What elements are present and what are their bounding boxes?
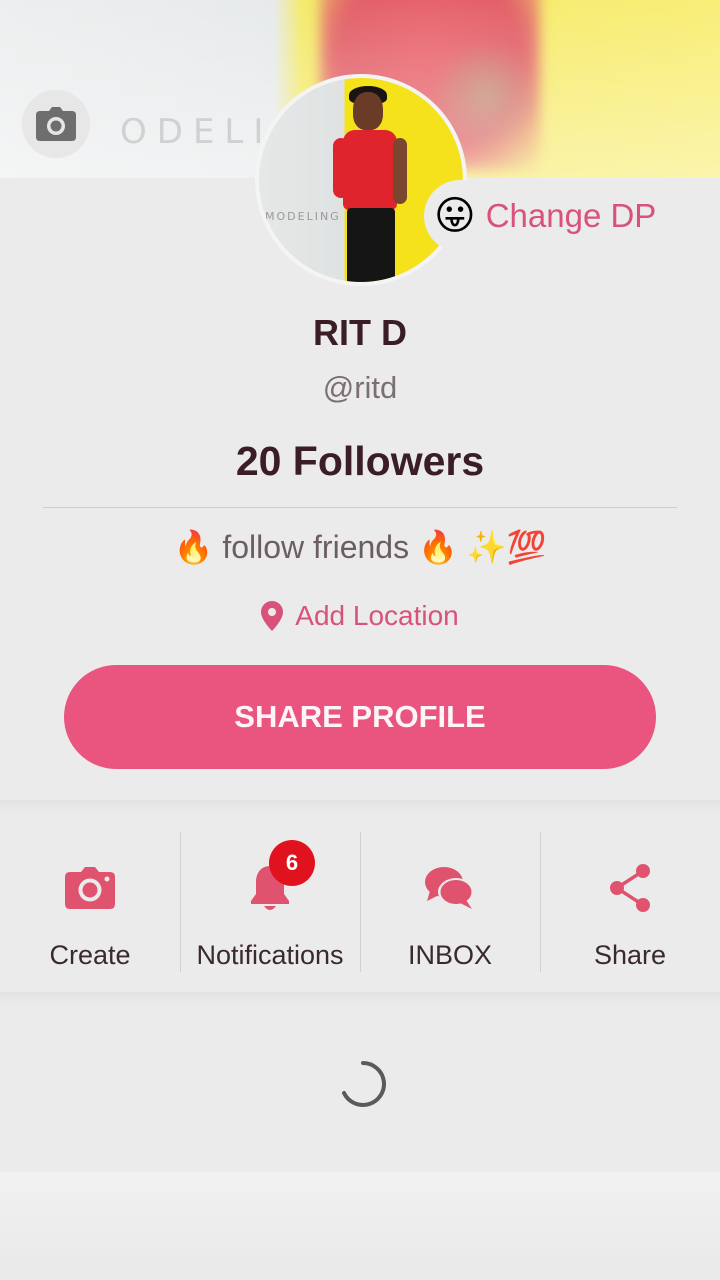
change-dp-label: Change DP [485, 197, 657, 234]
section-separator [0, 992, 720, 1006]
chat-bubbles-icon [425, 867, 474, 909]
profile-name: RIT D [313, 312, 407, 353]
followers-count[interactable]: 20 Followers [0, 438, 720, 485]
camera-icon [65, 867, 115, 909]
notifications-label: Notifications [196, 940, 344, 970]
section-separator [0, 800, 720, 814]
loading-spinner-icon [342, 1061, 386, 1107]
notifications-button[interactable]: 6 Notifications [180, 814, 360, 992]
share-profile-button[interactable]: SHARE PROFILE [64, 665, 656, 769]
add-location-link[interactable]: Add Location [0, 600, 720, 632]
profile-bio: 🔥 follow friends 🔥 ✨💯 [173, 529, 547, 565]
inbox-button[interactable]: INBOX [360, 814, 540, 992]
action-bar: Create 6 Notifications INBOX Share [0, 814, 720, 992]
share-icon [610, 864, 650, 912]
notification-count-badge: 6 [269, 840, 315, 886]
divider [43, 507, 677, 508]
share-label: Share [593, 940, 667, 970]
change-dp-button[interactable]: 😛 Change DP [424, 180, 720, 252]
create-button[interactable]: Create [0, 814, 180, 992]
tongue-emoji-icon: 😛 [434, 193, 476, 239]
camera-icon [36, 107, 76, 141]
location-pin-icon [261, 601, 284, 631]
avatar-watermark: MODELING [265, 210, 341, 223]
bottom-background [0, 1172, 720, 1280]
profile-handle: @ritd [322, 370, 398, 405]
add-location-label: Add Location [295, 600, 459, 631]
feed-loading-area [0, 1006, 720, 1172]
create-label: Create [49, 940, 131, 970]
change-cover-button[interactable] [22, 90, 90, 158]
share-button[interactable]: Share [540, 814, 720, 992]
inbox-label: INBOX [407, 940, 493, 970]
profile-avatar[interactable]: MODELING [255, 74, 467, 286]
